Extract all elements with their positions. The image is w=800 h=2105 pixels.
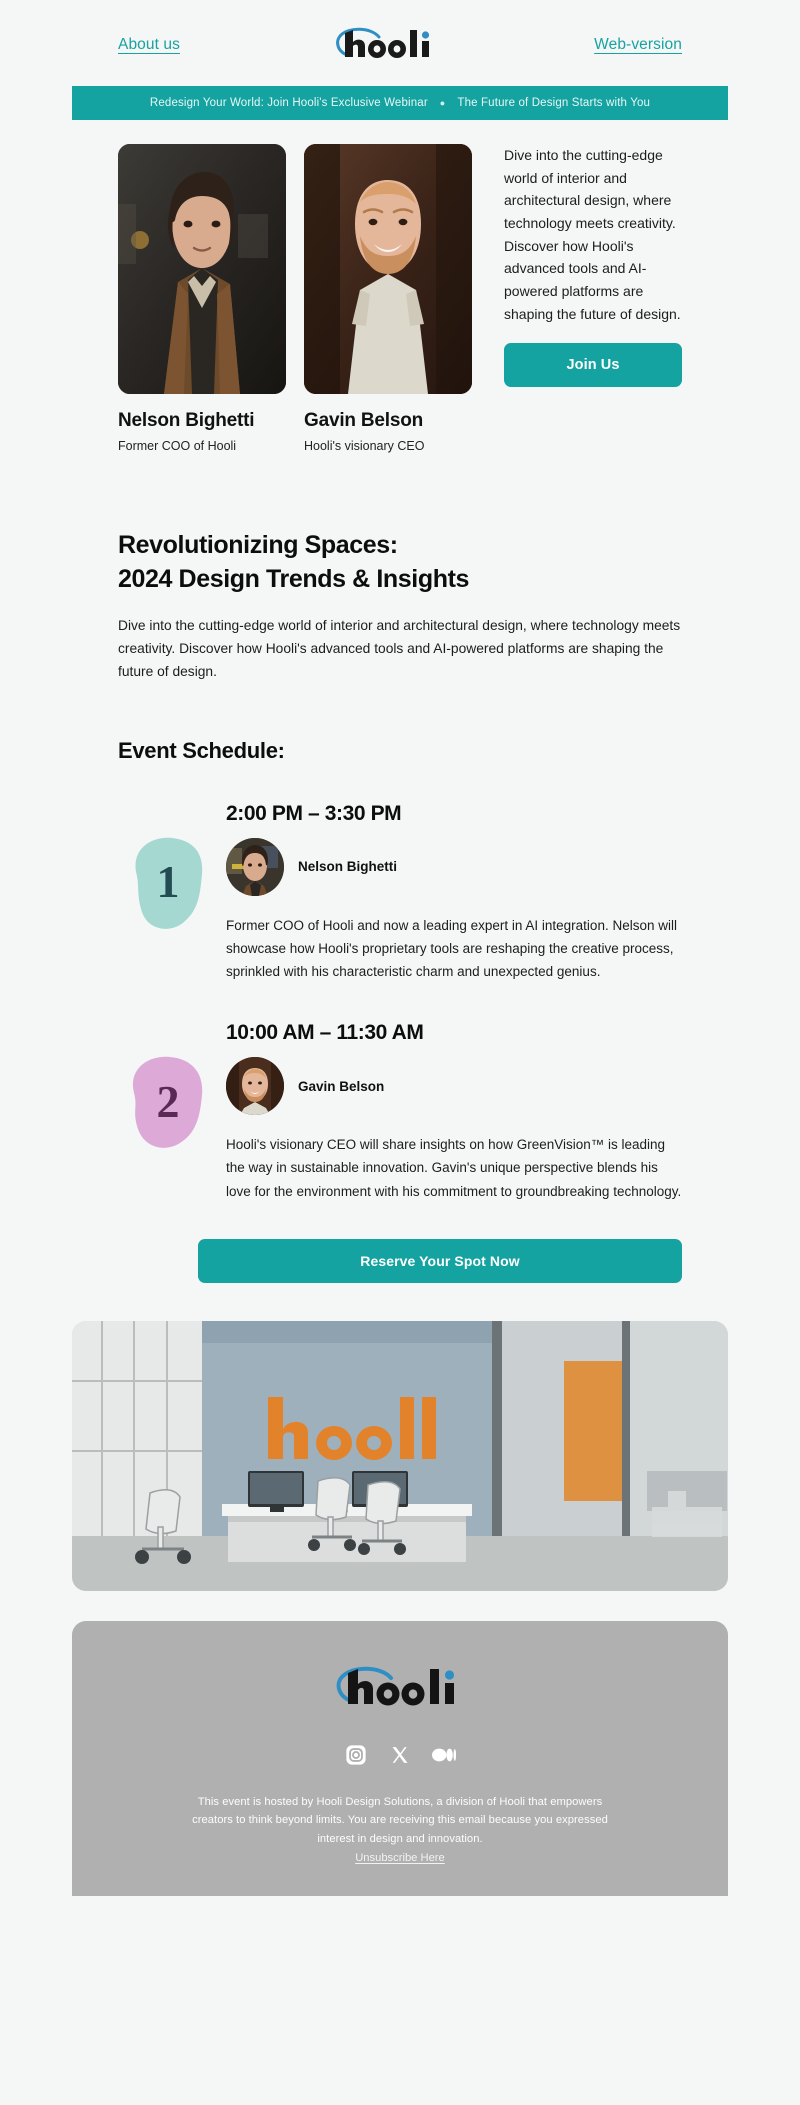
cta-section: Reserve Your Spot Now bbox=[0, 1238, 800, 1283]
session-number: 1 bbox=[156, 856, 180, 908]
speaker-role: Former COO of Hooli bbox=[118, 439, 237, 453]
email-page: About us Web-version Redesign Your World… bbox=[0, 0, 800, 1897]
session-time: 10:00 AM – 11:30 AM bbox=[226, 1021, 424, 1045]
speakers-hero: Nelson Bighetti Former COO of Hooli Gavi… bbox=[0, 120, 800, 453]
footer-disclaimer: This event is hosted by Hooli Design Sol… bbox=[192, 1795, 608, 1845]
unsubscribe-link[interactable]: Unsubscribe Here bbox=[355, 1852, 445, 1864]
session-speaker-name: Nelson Bighetti bbox=[298, 859, 398, 875]
join-us-button[interactable]: Join Us bbox=[504, 343, 682, 388]
speaker-photo-gavin bbox=[304, 144, 472, 394]
office-photo bbox=[72, 1320, 728, 1591]
schedule-item: 1 2:00 PM – 3:30 PM Nelson Bighetti Form… bbox=[118, 802, 682, 984]
speaker-name: Gavin Belson bbox=[304, 410, 424, 431]
speaker-role: Hooli's visionary CEO bbox=[304, 439, 425, 453]
ribbon-right-text: The Future of Design Starts with You bbox=[457, 97, 651, 109]
promo-ribbon: Redesign Your World: Join Hooli's Exclus… bbox=[72, 86, 728, 120]
headline-line-2: 2024 Design Trends & Insights bbox=[118, 564, 470, 593]
x-twitter-icon[interactable] bbox=[388, 1743, 412, 1767]
medium-icon[interactable] bbox=[432, 1743, 456, 1767]
main-content: Revolutionizing Spaces: 2024 Design Tren… bbox=[0, 529, 800, 1203]
hooli-logo bbox=[327, 26, 447, 64]
session-speaker: Nelson Bighetti bbox=[226, 837, 682, 896]
hero-paragraph: Dive into the cutting-edge world of inte… bbox=[504, 147, 681, 322]
session-number: 2 bbox=[156, 1075, 180, 1127]
ribbon-left-text: Redesign Your World: Join Hooli's Exclus… bbox=[149, 97, 428, 109]
footer-hooli-logo bbox=[122, 1663, 678, 1713]
speaker-card-2: Gavin Belson Hooli's visionary CEO bbox=[304, 144, 472, 453]
instagram-icon[interactable] bbox=[344, 1743, 368, 1767]
about-us-link[interactable]: About us bbox=[118, 36, 180, 54]
session-description: Former COO of Hooli and now a leading ex… bbox=[226, 917, 677, 979]
session-speaker: Gavin Belson bbox=[226, 1057, 682, 1116]
session-description: Hooli's visionary CEO will share insight… bbox=[226, 1137, 682, 1199]
speaker-photo-nelson bbox=[118, 144, 286, 394]
web-version-link[interactable]: Web-version bbox=[594, 36, 682, 54]
session-speaker-name: Gavin Belson bbox=[298, 1078, 385, 1094]
session-number-badge: 2 bbox=[118, 1049, 218, 1154]
schedule-heading: Event Schedule: bbox=[118, 737, 285, 763]
session-body: 10:00 AM – 11:30 AM Gavin Belson Hooli's… bbox=[218, 1021, 682, 1203]
schedule-item: 2 10:00 AM – 11:30 AM Gavin Belson Hooli… bbox=[118, 1021, 682, 1203]
headline-line-1: Revolutionizing Spaces: bbox=[118, 531, 398, 559]
speaker-card-1: Nelson Bighetti Former COO of Hooli bbox=[118, 144, 286, 453]
avatar bbox=[226, 837, 284, 896]
social-links bbox=[122, 1743, 678, 1767]
page-title: Revolutionizing Spaces: 2024 Design Tren… bbox=[118, 529, 682, 596]
session-time: 2:00 PM – 3:30 PM bbox=[226, 801, 402, 825]
hero-text-column: Dive into the cutting-edge world of inte… bbox=[490, 144, 682, 388]
ribbon-bullet-icon: ● bbox=[439, 97, 446, 108]
intro-paragraph: Dive into the cutting-edge world of inte… bbox=[118, 618, 681, 680]
avatar bbox=[226, 1057, 284, 1116]
email-header: About us Web-version bbox=[0, 0, 800, 86]
session-body: 2:00 PM – 3:30 PM Nelson Bighetti Former… bbox=[218, 802, 682, 984]
session-number-badge: 1 bbox=[118, 830, 218, 935]
reserve-spot-button[interactable]: Reserve Your Spot Now bbox=[198, 1238, 682, 1283]
speaker-name: Nelson Bighetti bbox=[118, 410, 255, 431]
email-footer: This event is hosted by Hooli Design Sol… bbox=[72, 1620, 728, 1897]
